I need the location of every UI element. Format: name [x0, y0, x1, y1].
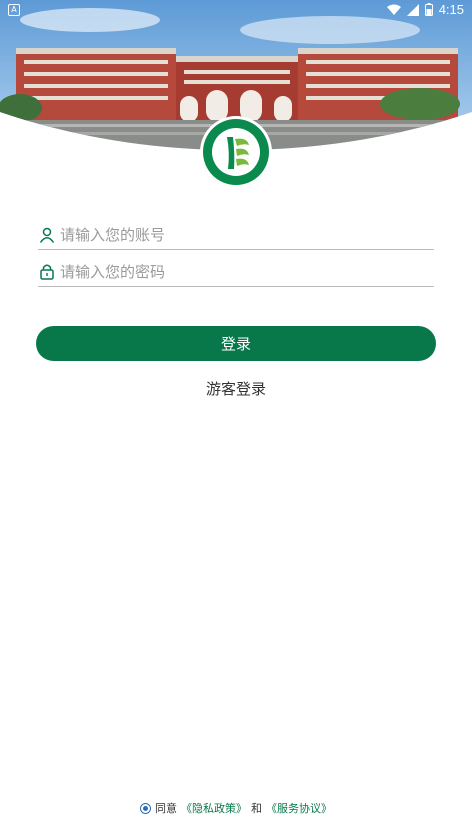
a-square-icon: A: [8, 4, 20, 16]
user-icon: [38, 226, 56, 244]
agreement-row: 同意 《隐私政策》 和 《服务协议》: [0, 800, 472, 816]
battery-icon: [424, 3, 433, 16]
password-field: [38, 257, 434, 287]
account-input[interactable]: [60, 225, 420, 244]
school-emblem-logo: [199, 115, 273, 189]
signal-icon: [406, 3, 419, 16]
agree-radio[interactable]: [140, 802, 151, 814]
wifi-icon: [386, 4, 401, 15]
service-agreement-link[interactable]: 《服务协议》: [266, 800, 332, 816]
guest-login-link[interactable]: 游客登录: [0, 378, 472, 399]
status-time: 4:15: [438, 2, 464, 17]
and-text: 和: [251, 802, 262, 815]
agree-text: 同意: [155, 802, 177, 815]
lock-icon: [38, 263, 56, 281]
password-input[interactable]: [60, 262, 420, 281]
account-field: [38, 220, 434, 250]
privacy-policy-link[interactable]: 《隐私政策》: [181, 800, 247, 816]
status-bar: A 4:15: [0, 0, 472, 22]
login-button[interactable]: 登录: [36, 326, 436, 361]
